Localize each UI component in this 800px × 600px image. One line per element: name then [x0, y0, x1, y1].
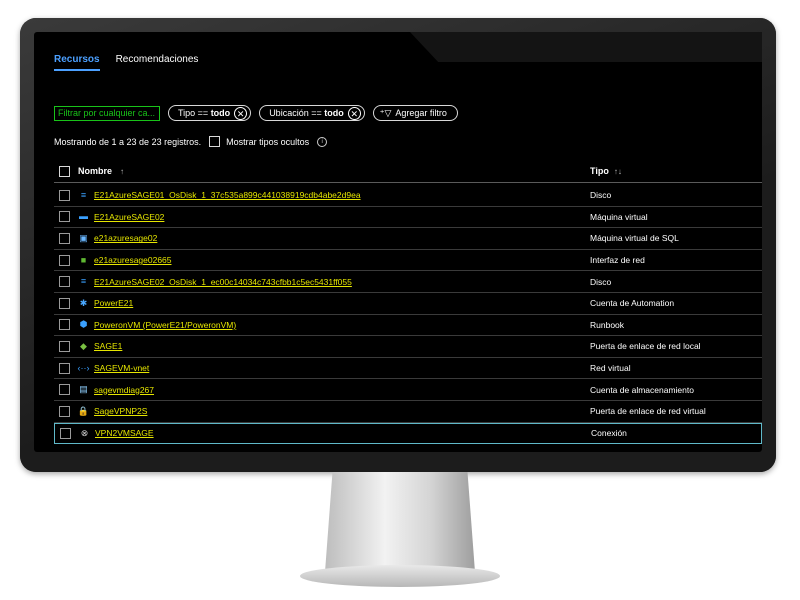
- filter-bar: Tipo == todo ✕ Ubicación == todo ✕ ⁺▽ Ag…: [54, 105, 458, 121]
- screen: Recursos Recomendaciones Tipo == todo ✕ …: [34, 32, 762, 452]
- resource-name-link[interactable]: sagevmdiag267: [94, 385, 590, 395]
- filter-search-input[interactable]: [54, 105, 160, 121]
- row-checkbox[interactable]: [59, 189, 70, 201]
- table-row[interactable]: ✱ PowerE21 Cuenta de Automation: [54, 293, 762, 315]
- resource-type: Disco: [590, 190, 612, 201]
- resource-name-link[interactable]: PowerE21: [94, 298, 590, 308]
- resource-type: Disco: [590, 276, 612, 287]
- tab-recomendaciones[interactable]: Recomendaciones: [116, 54, 199, 71]
- resource-name-link[interactable]: VPN2VMSAGE: [95, 428, 591, 438]
- resource-name-link[interactable]: PoweronVM (PowerE21/PoweronVM): [94, 320, 590, 330]
- row-checkbox[interactable]: [60, 427, 71, 439]
- row-checkbox[interactable]: [59, 254, 70, 266]
- tab-recursos[interactable]: Recursos: [54, 54, 100, 71]
- resource-type: Puerta de enlace de red virtual: [590, 406, 706, 417]
- disk-icon: ≡: [80, 189, 87, 200]
- row-checkbox[interactable]: [59, 211, 70, 223]
- row-checkbox[interactable]: [59, 319, 70, 331]
- table-row[interactable]: ■ e21azuresage02665 Interfaz de red: [54, 250, 762, 272]
- automation-account-icon: ✱: [79, 297, 88, 308]
- resource-name-link[interactable]: E21AzureSAGE02: [94, 212, 590, 222]
- column-name-label: Nombre: [78, 166, 113, 176]
- resource-type: Red virtual: [590, 363, 631, 374]
- column-name-header[interactable]: Nombre ↑: [54, 165, 590, 177]
- filter-pill-label: Ubicación == todo: [269, 108, 344, 118]
- column-type-label: Tipo: [590, 166, 609, 176]
- resource-type: Máquina virtual de SQL: [590, 233, 679, 244]
- resource-name-link[interactable]: SAGE1: [94, 341, 590, 351]
- row-checkbox[interactable]: [59, 297, 70, 309]
- resource-type: Interfaz de red: [590, 255, 645, 266]
- monitor-stand: [325, 472, 475, 572]
- table-row[interactable]: ▤ sagevmdiag267 Cuenta de almacenamiento: [54, 379, 762, 401]
- row-checkbox[interactable]: [59, 362, 70, 374]
- runbook-icon: ⬢: [79, 319, 88, 330]
- sort-icon[interactable]: ↑: [120, 167, 124, 176]
- resource-name-link[interactable]: e21azuresage02665: [94, 255, 590, 265]
- row-checkbox[interactable]: [59, 340, 70, 352]
- sql-vm-icon: ▣: [79, 232, 88, 243]
- records-count: Mostrando de 1 a 23 de 23 registros.: [54, 136, 202, 147]
- info-icon[interactable]: i: [317, 136, 328, 147]
- table-row[interactable]: ⊗ VPN2VMSAGE Conexión: [54, 422, 762, 445]
- resource-type: Máquina virtual: [590, 211, 648, 222]
- vpn-gateway-icon: 🔒: [77, 405, 90, 416]
- monitor-base: [300, 565, 500, 587]
- resource-type: Cuenta de almacenamiento: [590, 384, 694, 395]
- add-filter-icon: ⁺▽: [379, 107, 392, 118]
- row-checkbox[interactable]: [59, 276, 70, 288]
- table-row[interactable]: ▬ E21AzureSAGE02 Máquina virtual: [54, 207, 762, 229]
- resource-name-link[interactable]: E21AzureSAGE01_OsDisk_1_37c535a899c44103…: [94, 190, 590, 200]
- table-header: Nombre ↑ Tipo ↑↓: [54, 160, 762, 183]
- table-row[interactable]: ◆ SAGE1 Puerta de enlace de red local: [54, 336, 762, 358]
- sort-icon[interactable]: ↑↓: [614, 167, 622, 176]
- table-row[interactable]: 🔒 SageVPNP2S Puerta de enlace de red virtu…: [54, 401, 762, 423]
- tab-bar: Recursos Recomendaciones: [54, 54, 198, 71]
- select-all-checkbox[interactable]: [59, 165, 70, 177]
- filter-pill-tipo[interactable]: Tipo == todo ✕: [168, 105, 252, 121]
- resource-name-link[interactable]: E21AzureSAGE02_OsDisk_1_ec00c14034c743cf…: [94, 277, 590, 287]
- resource-type: Runbook: [590, 319, 625, 330]
- close-icon[interactable]: ✕: [347, 106, 361, 120]
- table-row[interactable]: ≡ E21AzureSAGE01_OsDisk_1_37c535a899c4410…: [54, 185, 762, 207]
- resource-table: ≡ E21AzureSAGE01_OsDisk_1_37c535a899c4410…: [54, 185, 762, 445]
- virtual-network-icon: ‹··›: [77, 362, 90, 373]
- storage-account-icon: ▤: [79, 384, 88, 395]
- add-filter-button[interactable]: ⁺▽ Agregar filtro: [372, 105, 458, 121]
- close-icon[interactable]: ✕: [234, 106, 248, 120]
- screen-glare: [410, 32, 762, 62]
- connection-icon: ⊗: [80, 427, 89, 438]
- show-hidden-label: Mostrar tipos ocultos: [226, 136, 310, 147]
- resource-name-link[interactable]: SageVPNP2S: [94, 406, 590, 416]
- monitor-frame: Recursos Recomendaciones Tipo == todo ✕ …: [20, 18, 776, 472]
- resource-type: Cuenta de Automation: [590, 298, 675, 309]
- virtual-machine-icon: ▬: [79, 211, 88, 222]
- add-filter-label: Agregar filtro: [395, 108, 447, 118]
- network-interface-icon: ■: [80, 254, 87, 265]
- resource-type: Puerta de enlace de red local: [590, 341, 701, 352]
- table-row[interactable]: ▣ e21azuresage02 Máquina virtual de SQL: [54, 228, 762, 250]
- disk-icon: ≡: [80, 276, 87, 287]
- resource-name-link[interactable]: SAGEVM-vnet: [94, 363, 590, 373]
- show-hidden-checkbox[interactable]: [209, 136, 221, 147]
- table-row[interactable]: ≡ E21AzureSAGE02_OsDisk_1_ec00c14034c743c…: [54, 271, 762, 293]
- filter-pill-ubicacion[interactable]: Ubicación == todo ✕: [259, 105, 365, 121]
- filter-pill-label: Tipo == todo: [178, 108, 231, 118]
- local-gateway-icon: ◆: [80, 340, 87, 351]
- resource-name-link[interactable]: e21azuresage02: [94, 233, 590, 243]
- resource-type: Conexión: [591, 428, 627, 439]
- table-row[interactable]: ⬢ PoweronVM (PowerE21/PoweronVM) Runbook: [54, 315, 762, 337]
- row-checkbox[interactable]: [59, 384, 70, 396]
- table-row[interactable]: ‹··› SAGEVM-vnet Red virtual: [54, 358, 762, 380]
- status-bar: Mostrando de 1 a 23 de 23 registros. Mos…: [54, 136, 328, 147]
- row-checkbox[interactable]: [59, 405, 70, 417]
- row-checkbox[interactable]: [59, 232, 70, 244]
- column-type-header[interactable]: Tipo ↑↓: [590, 166, 622, 176]
